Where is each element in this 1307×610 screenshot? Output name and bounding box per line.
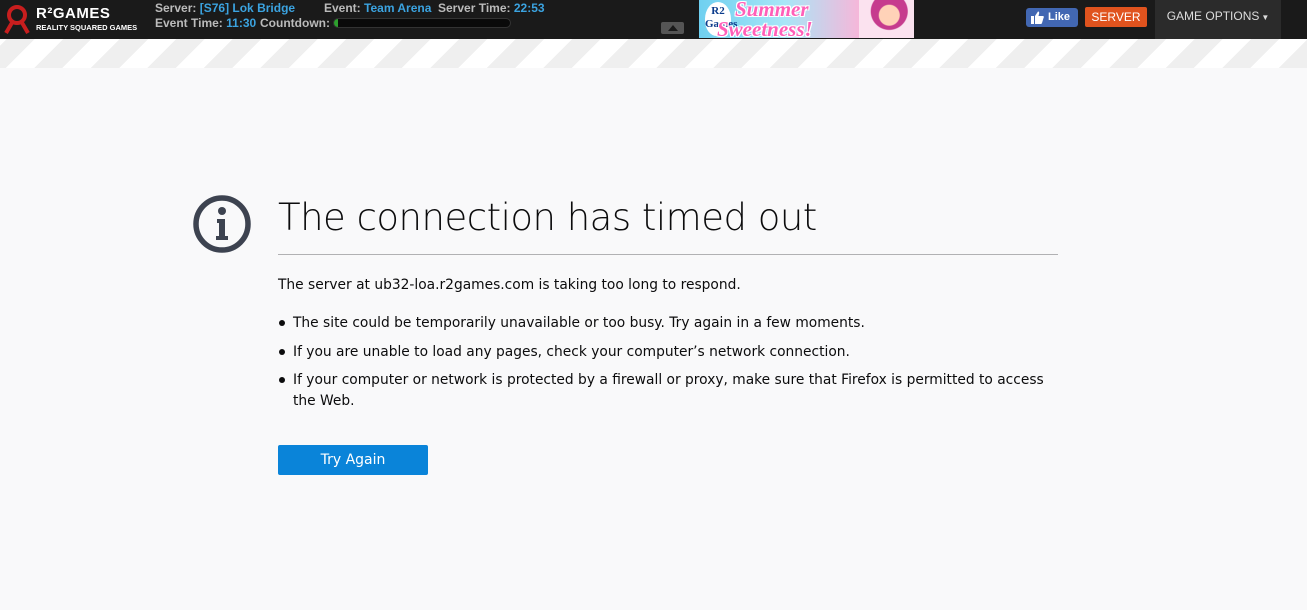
countdown-progress-bar xyxy=(333,18,511,28)
countdown-info: Countdown: xyxy=(260,16,330,30)
event-info: Event: Team Arena xyxy=(324,1,431,15)
page-title: The connection has timed out xyxy=(278,196,817,239)
event-time-value: 11:30 xyxy=(226,16,257,30)
countdown-progress-fill xyxy=(334,19,338,27)
list-item: If you are unable to load any pages, che… xyxy=(278,342,1058,363)
chevron-down-icon: ▼ xyxy=(1261,13,1270,22)
game-options-menu[interactable]: GAME OPTIONS ▼ xyxy=(1155,0,1281,39)
event-value: Team Arena xyxy=(364,1,432,15)
logo-tagline: REALITY SQUARED GAMES xyxy=(36,23,138,32)
r2games-logo[interactable]: R²GAMES REALITY SQUARED GAMES xyxy=(2,2,147,36)
info-icon xyxy=(193,195,251,253)
server-time-value: 22:53 xyxy=(513,1,545,15)
game-options-label: GAME OPTIONS xyxy=(1166,9,1260,23)
error-description: The server at ub32-loa.r2games.com is ta… xyxy=(278,277,741,293)
server-button[interactable]: SERVER xyxy=(1085,7,1147,27)
event-label: Event: xyxy=(324,1,361,15)
list-item: The site could be temporarily unavailabl… xyxy=(278,313,1058,334)
summer-sweetness-banner[interactable]: R2 Games Summer Sweetness! xyxy=(699,0,914,38)
banner-line2: Sweetness! xyxy=(717,17,813,38)
server-time-info: Server Time: 22:53 xyxy=(438,1,545,15)
event-time-info: Event Time: 11:30 xyxy=(155,16,256,30)
like-label: Like xyxy=(1048,11,1071,23)
top-bar: R²GAMES REALITY SQUARED GAMES Server: [S… xyxy=(0,0,1307,39)
suggestion-list: The site could be temporarily unavailabl… xyxy=(278,313,1058,419)
server-value[interactable]: [S76] Lok Bridge xyxy=(200,1,295,15)
countdown-label: Countdown: xyxy=(260,16,330,30)
banner-character-image xyxy=(859,0,914,38)
server-info: Server: [S76] Lok Bridge xyxy=(155,1,295,15)
title-divider xyxy=(278,254,1058,255)
r2games-logo-icon xyxy=(4,5,30,34)
server-time-label: Server Time: xyxy=(438,1,511,15)
logo-name: R²GAMES xyxy=(36,5,111,22)
striped-divider-band xyxy=(0,39,1307,68)
facebook-like-button[interactable]: Like xyxy=(1026,8,1078,27)
thumbs-up-icon xyxy=(1031,11,1044,24)
server-label: Server: xyxy=(155,1,197,15)
list-item: If your computer or network is protected… xyxy=(278,370,1058,411)
collapse-arrow-icon[interactable] xyxy=(661,22,684,34)
event-time-label: Event Time: xyxy=(155,16,223,30)
try-again-button[interactable]: Try Again xyxy=(278,445,428,475)
